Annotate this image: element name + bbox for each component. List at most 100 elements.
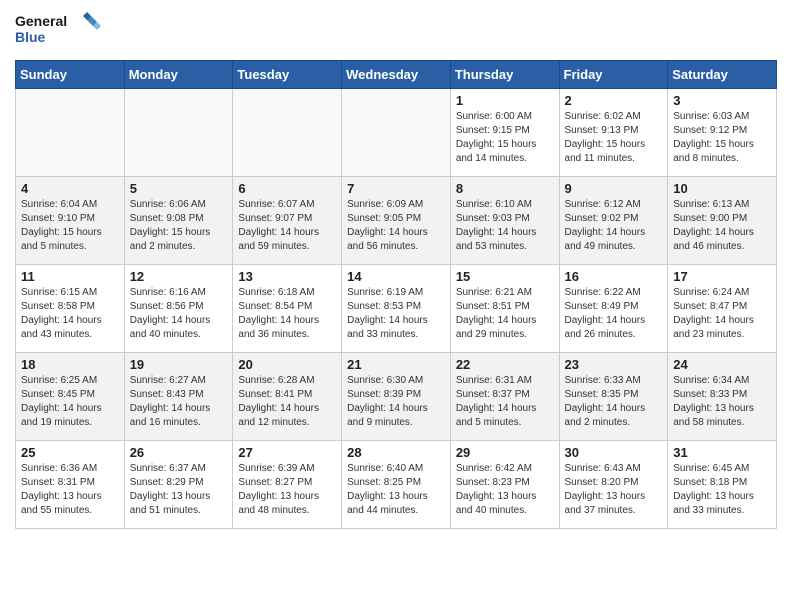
day-number: 31 [673,445,771,460]
calendar-cell: 31Sunrise: 6:45 AM Sunset: 8:18 PM Dayli… [668,441,777,529]
day-number: 8 [456,181,554,196]
day-number: 17 [673,269,771,284]
calendar-cell: 23 Sunrise: 6:33 AM Sunset: 8:35 PM Dayli… [559,353,668,441]
day-info: Sunrise: 6:02 AM Sunset: 9:13 PM Dayligh… [565,110,663,166]
calendar-cell: 1 Sunrise: 6:00 AM Sunset: 9:15 PM Daylig… [450,89,559,177]
calendar-week-5: 25 Sunrise: 6:36 AM Sunset: 8:31 PM Dayli… [16,441,777,529]
day-info: Sunrise: 6:36 AM Sunset: 8:31 PM Dayligh… [21,462,119,518]
day-number: 2 [565,93,663,108]
calendar-cell: 13 Sunrise: 6:18 AM Sunset: 8:54 PM Dayli… [233,265,342,353]
day-info: Sunrise: 6:16 AM Sunset: 8:56 PM Dayligh… [130,286,228,342]
calendar-cell: 22 Sunrise: 6:31 AM Sunset: 8:37 PM Dayli… [450,353,559,441]
day-info: Sunrise: 6:34 AM Sunset: 8:33 PM Dayligh… [673,374,771,430]
day-info: Sunrise: 6:21 AM Sunset: 8:51 PM Dayligh… [456,286,554,342]
day-info: Sunrise: 6:00 AM Sunset: 9:15 PM Dayligh… [456,110,554,166]
day-header-saturday: Saturday [668,61,777,89]
days-of-week-row: SundayMondayTuesdayWednesdayThursdayFrid… [16,61,777,89]
svg-text:Blue: Blue [15,29,46,45]
day-number: 11 [21,269,119,284]
logo-svg: General Blue [15,10,105,52]
day-info: Sunrise: 6:10 AM Sunset: 9:03 PM Dayligh… [456,198,554,254]
calendar-cell: 9 Sunrise: 6:12 AM Sunset: 9:02 PM Daylig… [559,177,668,265]
calendar-cell: 6 Sunrise: 6:07 AM Sunset: 9:07 PM Daylig… [233,177,342,265]
calendar-table: SundayMondayTuesdayWednesdayThursdayFrid… [15,60,777,529]
day-number: 19 [130,357,228,372]
day-info: Sunrise: 6:33 AM Sunset: 8:35 PM Dayligh… [565,374,663,430]
day-header-monday: Monday [124,61,233,89]
day-number: 13 [238,269,336,284]
day-info: Sunrise: 6:03 AM Sunset: 9:12 PM Dayligh… [673,110,771,166]
day-number: 21 [347,357,445,372]
calendar-cell: 26 Sunrise: 6:37 AM Sunset: 8:29 PM Dayli… [124,441,233,529]
day-number: 22 [456,357,554,372]
day-info: Sunrise: 6:27 AM Sunset: 8:43 PM Dayligh… [130,374,228,430]
day-number: 25 [21,445,119,460]
day-info: Sunrise: 6:39 AM Sunset: 8:27 PM Dayligh… [238,462,336,518]
calendar-cell: 7Sunrise: 6:09 AM Sunset: 9:05 PM Daylig… [342,177,451,265]
day-info: Sunrise: 6:07 AM Sunset: 9:07 PM Dayligh… [238,198,336,254]
logo: General Blue [15,10,105,52]
calendar-cell: 16 Sunrise: 6:22 AM Sunset: 8:49 PM Dayli… [559,265,668,353]
day-number: 15 [456,269,554,284]
day-number: 18 [21,357,119,372]
calendar-cell: 5 Sunrise: 6:06 AM Sunset: 9:08 PM Daylig… [124,177,233,265]
day-info: Sunrise: 6:24 AM Sunset: 8:47 PM Dayligh… [673,286,771,342]
svg-text:General: General [15,13,67,29]
day-number: 24 [673,357,771,372]
day-number: 26 [130,445,228,460]
calendar-cell: 15 Sunrise: 6:21 AM Sunset: 8:51 PM Dayli… [450,265,559,353]
day-number: 30 [565,445,663,460]
day-number: 1 [456,93,554,108]
day-number: 6 [238,181,336,196]
day-info: Sunrise: 6:30 AM Sunset: 8:39 PM Dayligh… [347,374,445,430]
day-info: Sunrise: 6:40 AM Sunset: 8:25 PM Dayligh… [347,462,445,518]
calendar-cell [16,89,125,177]
calendar-week-4: 18 Sunrise: 6:25 AM Sunset: 8:45 PM Dayli… [16,353,777,441]
calendar-cell: 21 Sunrise: 6:30 AM Sunset: 8:39 PM Dayli… [342,353,451,441]
day-number: 28 [347,445,445,460]
calendar-cell [233,89,342,177]
calendar-week-1: 1 Sunrise: 6:00 AM Sunset: 9:15 PM Daylig… [16,89,777,177]
calendar-cell: 2 Sunrise: 6:02 AM Sunset: 9:13 PM Daylig… [559,89,668,177]
day-info: Sunrise: 6:43 AM Sunset: 8:20 PM Dayligh… [565,462,663,518]
day-header-tuesday: Tuesday [233,61,342,89]
calendar-body: 1 Sunrise: 6:00 AM Sunset: 9:15 PM Daylig… [16,89,777,529]
day-number: 7 [347,181,445,196]
calendar-cell: 20 Sunrise: 6:28 AM Sunset: 8:41 PM Dayli… [233,353,342,441]
day-number: 20 [238,357,336,372]
calendar-cell: 28 Sunrise: 6:40 AM Sunset: 8:25 PM Dayli… [342,441,451,529]
day-number: 5 [130,181,228,196]
day-header-friday: Friday [559,61,668,89]
day-info: Sunrise: 6:06 AM Sunset: 9:08 PM Dayligh… [130,198,228,254]
day-info: Sunrise: 6:18 AM Sunset: 8:54 PM Dayligh… [238,286,336,342]
day-number: 23 [565,357,663,372]
calendar-cell: 11 Sunrise: 6:15 AM Sunset: 8:58 PM Dayli… [16,265,125,353]
day-number: 14 [347,269,445,284]
day-info: Sunrise: 6:28 AM Sunset: 8:41 PM Dayligh… [238,374,336,430]
day-info: Sunrise: 6:12 AM Sunset: 9:02 PM Dayligh… [565,198,663,254]
day-info: Sunrise: 6:22 AM Sunset: 8:49 PM Dayligh… [565,286,663,342]
calendar-week-3: 11 Sunrise: 6:15 AM Sunset: 8:58 PM Dayli… [16,265,777,353]
day-number: 12 [130,269,228,284]
day-number: 9 [565,181,663,196]
day-number: 3 [673,93,771,108]
calendar-cell: 30 Sunrise: 6:43 AM Sunset: 8:20 PM Dayli… [559,441,668,529]
calendar-cell: 19 Sunrise: 6:27 AM Sunset: 8:43 PM Dayli… [124,353,233,441]
calendar-cell: 24 Sunrise: 6:34 AM Sunset: 8:33 PM Dayli… [668,353,777,441]
calendar-cell: 14Sunrise: 6:19 AM Sunset: 8:53 PM Dayli… [342,265,451,353]
day-info: Sunrise: 6:04 AM Sunset: 9:10 PM Dayligh… [21,198,119,254]
day-number: 16 [565,269,663,284]
day-header-wednesday: Wednesday [342,61,451,89]
day-info: Sunrise: 6:31 AM Sunset: 8:37 PM Dayligh… [456,374,554,430]
day-info: Sunrise: 6:25 AM Sunset: 8:45 PM Dayligh… [21,374,119,430]
calendar-cell: 25 Sunrise: 6:36 AM Sunset: 8:31 PM Dayli… [16,441,125,529]
calendar-header: SundayMondayTuesdayWednesdayThursdayFrid… [16,61,777,89]
calendar-cell [342,89,451,177]
day-number: 27 [238,445,336,460]
day-info: Sunrise: 6:37 AM Sunset: 8:29 PM Dayligh… [130,462,228,518]
day-info: Sunrise: 6:15 AM Sunset: 8:58 PM Dayligh… [21,286,119,342]
calendar-cell: 3 Sunrise: 6:03 AM Sunset: 9:12 PM Daylig… [668,89,777,177]
day-number: 4 [21,181,119,196]
day-header-thursday: Thursday [450,61,559,89]
calendar-cell [124,89,233,177]
